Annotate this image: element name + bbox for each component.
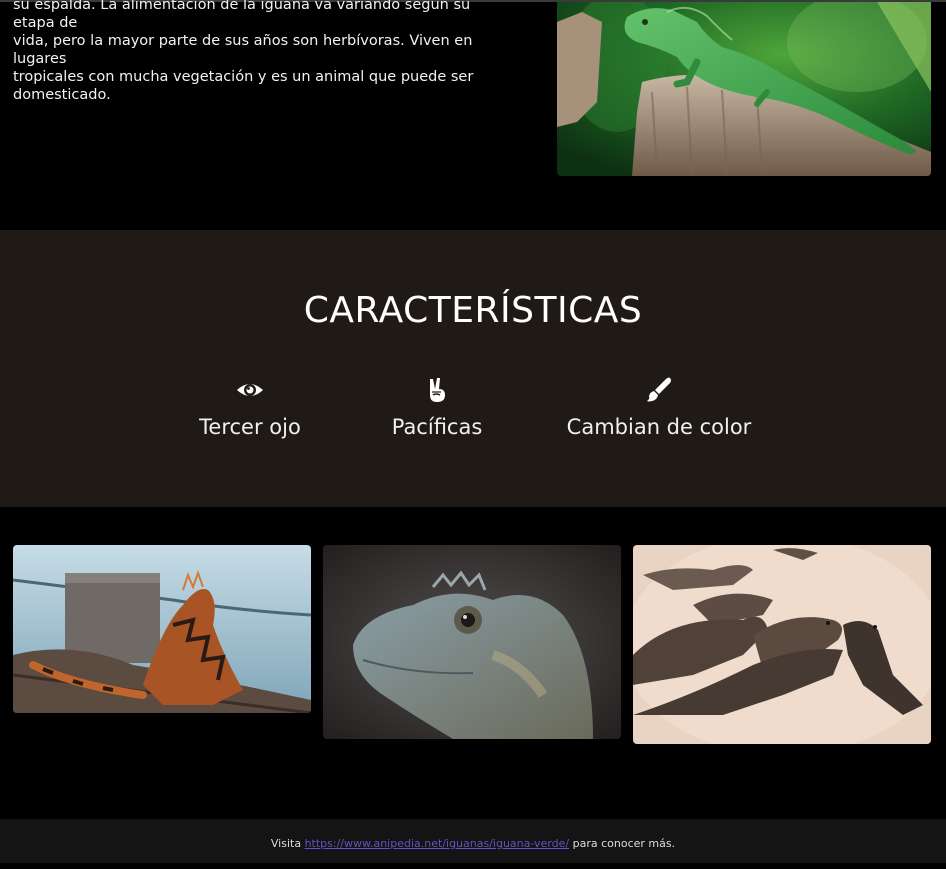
anipedia-link[interactable]: https://www.anipedia.net/iguanas/iguana-… <box>305 837 570 850</box>
footer-suffix: para conocer más. <box>569 837 676 850</box>
intro-line-3: tropicales con mucha vegetación y es un … <box>13 69 474 85</box>
characteristics-section: CARACTERÍSTICAS Tercer ojo Pacíficas Cam… <box>0 230 946 507</box>
feature-label: Pacíficas <box>391 415 483 439</box>
intro-line-4: domesticado. <box>13 87 111 103</box>
feature-third-eye: Tercer ojo <box>190 375 310 439</box>
peace-hand-icon <box>422 375 452 405</box>
intro-paragraph: su espalda. La alimentación de la iguana… <box>13 0 513 104</box>
intro-line-2: vida, pero la mayor parte de sus años so… <box>13 33 473 67</box>
eye-icon <box>235 375 265 405</box>
iguana-head-closeup-photo <box>323 545 621 739</box>
feature-label: Cambian de color <box>566 415 752 439</box>
feature-peaceful: Pacíficas <box>382 375 492 439</box>
footer: Visita https://www.anipedia.net/iguanas/… <box>0 819 946 863</box>
characteristics-title: CARACTERÍSTICAS <box>303 290 643 331</box>
paint-brush-icon <box>644 375 674 405</box>
feature-color-change: Cambian de color <box>560 375 758 439</box>
intro-line-1: su espalda. La alimentación de la iguana… <box>13 0 471 31</box>
orange-iguana-photo <box>13 545 311 713</box>
green-iguana-photo <box>557 2 931 176</box>
footer-prefix: Visita <box>270 837 305 850</box>
iguana-group-beach-photo <box>633 545 931 744</box>
intro-section: su espalda. La alimentación de la iguana… <box>0 0 946 230</box>
feature-label: Tercer ojo <box>199 415 301 439</box>
